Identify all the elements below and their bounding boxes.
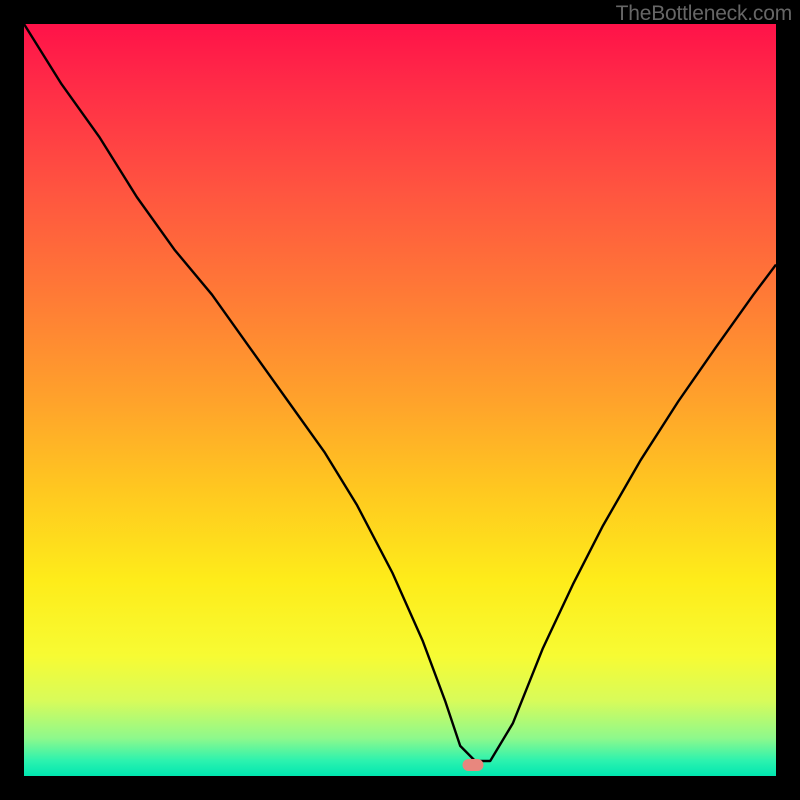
attribution-label: TheBottleneck.com [616,2,792,26]
plot-area [24,24,776,776]
bottleneck-curve [24,24,776,776]
optimal-point-marker [462,759,483,771]
chart-stage: TheBottleneck.com [0,0,800,800]
